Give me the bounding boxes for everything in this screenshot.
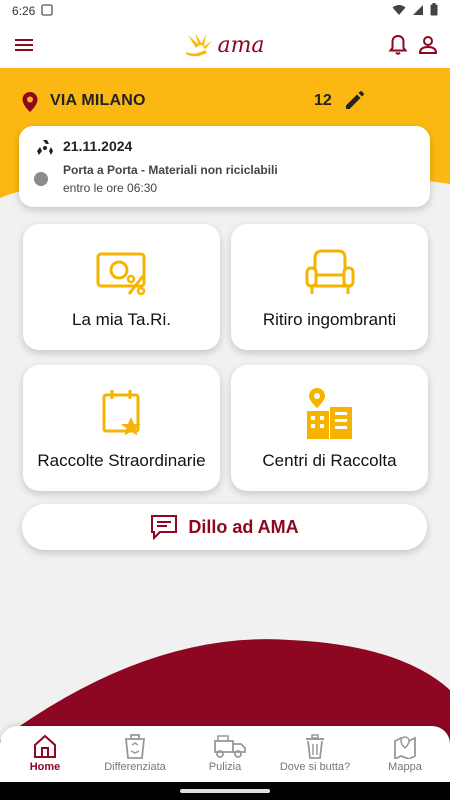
dillo-label: Dillo ad AMA xyxy=(188,516,299,537)
nav-home-label: Home xyxy=(29,761,61,773)
recycle-icon xyxy=(35,138,55,158)
map-icon xyxy=(393,733,417,761)
armchair-icon xyxy=(303,246,357,300)
street-sweeper-icon xyxy=(213,733,246,759)
tile-raccolte-label: Raccolte Straordinarie xyxy=(37,451,206,470)
nav-mappa-label: Mappa xyxy=(388,761,422,773)
address-bar[interactable]: VIA MILANO 12 xyxy=(20,86,430,116)
tile-tari[interactable]: La mia Ta.Ri. xyxy=(23,224,220,350)
dillo-ad-ama-button[interactable]: Dillo ad AMA xyxy=(22,504,427,550)
recycle-bin-icon xyxy=(123,733,147,759)
tile-centri-label: Centri di Raccolta xyxy=(262,451,397,470)
status-time: 6:26 xyxy=(12,4,36,18)
tile-ritiro-ingombranti[interactable]: Ritiro ingombranti xyxy=(231,224,428,350)
bell-icon[interactable] xyxy=(386,33,410,57)
collection-deadline: entro le ore 06:30 xyxy=(63,181,158,195)
nav-pulizia-label: Pulizia xyxy=(208,761,242,773)
trash-can-icon xyxy=(303,733,327,759)
nav-dove-si-butta[interactable]: Dove si butta? xyxy=(270,726,360,782)
address-number: 12 xyxy=(314,92,332,109)
app-bar: ama xyxy=(0,22,450,68)
collection-date: 21.11.2024 xyxy=(63,138,133,154)
next-collection-card[interactable]: 21.11.2024 Porta a Porta - Materiali non… xyxy=(19,126,430,207)
signal-icon xyxy=(412,4,424,19)
home-icon xyxy=(33,733,57,759)
logo-text: ama xyxy=(217,32,265,58)
nav-pulizia[interactable]: Pulizia xyxy=(180,726,270,782)
notification-icon xyxy=(41,3,54,19)
calendar-star-icon xyxy=(95,387,149,441)
nav-differenziata[interactable]: Differenziata xyxy=(90,726,180,782)
user-icon[interactable] xyxy=(416,33,440,57)
nav-home[interactable]: Home xyxy=(0,726,90,782)
gesture-handle[interactable] xyxy=(180,789,270,793)
tile-ritiro-label: Ritiro ingombranti xyxy=(262,310,397,329)
address-street: VIA MILANO xyxy=(50,92,146,109)
nav-mappa[interactable]: Mappa xyxy=(360,726,450,782)
menu-icon[interactable] xyxy=(12,33,36,57)
ama-logo: ama xyxy=(185,32,265,58)
tax-percent-icon xyxy=(95,246,149,300)
nav-dove-si-butta-label: Dove si butta? xyxy=(279,761,351,773)
system-gesture-bar xyxy=(0,782,450,800)
chat-message-icon xyxy=(150,514,178,541)
bottom-navigation: Home Differenziata Pulizia Dove si butta… xyxy=(0,726,450,782)
tile-centri-di-raccolta[interactable]: Centri di Raccolta xyxy=(231,365,428,491)
building-pin-icon xyxy=(303,387,357,441)
ama-sun-icon xyxy=(186,33,213,57)
status-bar: 6:26 xyxy=(0,0,450,22)
collection-type: Porta a Porta - Materiali non riciclabil… xyxy=(63,163,278,177)
battery-icon xyxy=(430,3,438,19)
edit-pencil-icon[interactable] xyxy=(343,90,365,112)
wifi-icon xyxy=(392,4,406,19)
location-pin-icon xyxy=(20,91,40,112)
tile-raccolte-straordinarie[interactable]: Raccolte Straordinarie xyxy=(23,365,220,491)
waste-type-dot xyxy=(34,172,48,186)
nav-differenziata-label: Differenziata xyxy=(104,761,166,773)
tile-tari-label: La mia Ta.Ri. xyxy=(72,310,171,329)
